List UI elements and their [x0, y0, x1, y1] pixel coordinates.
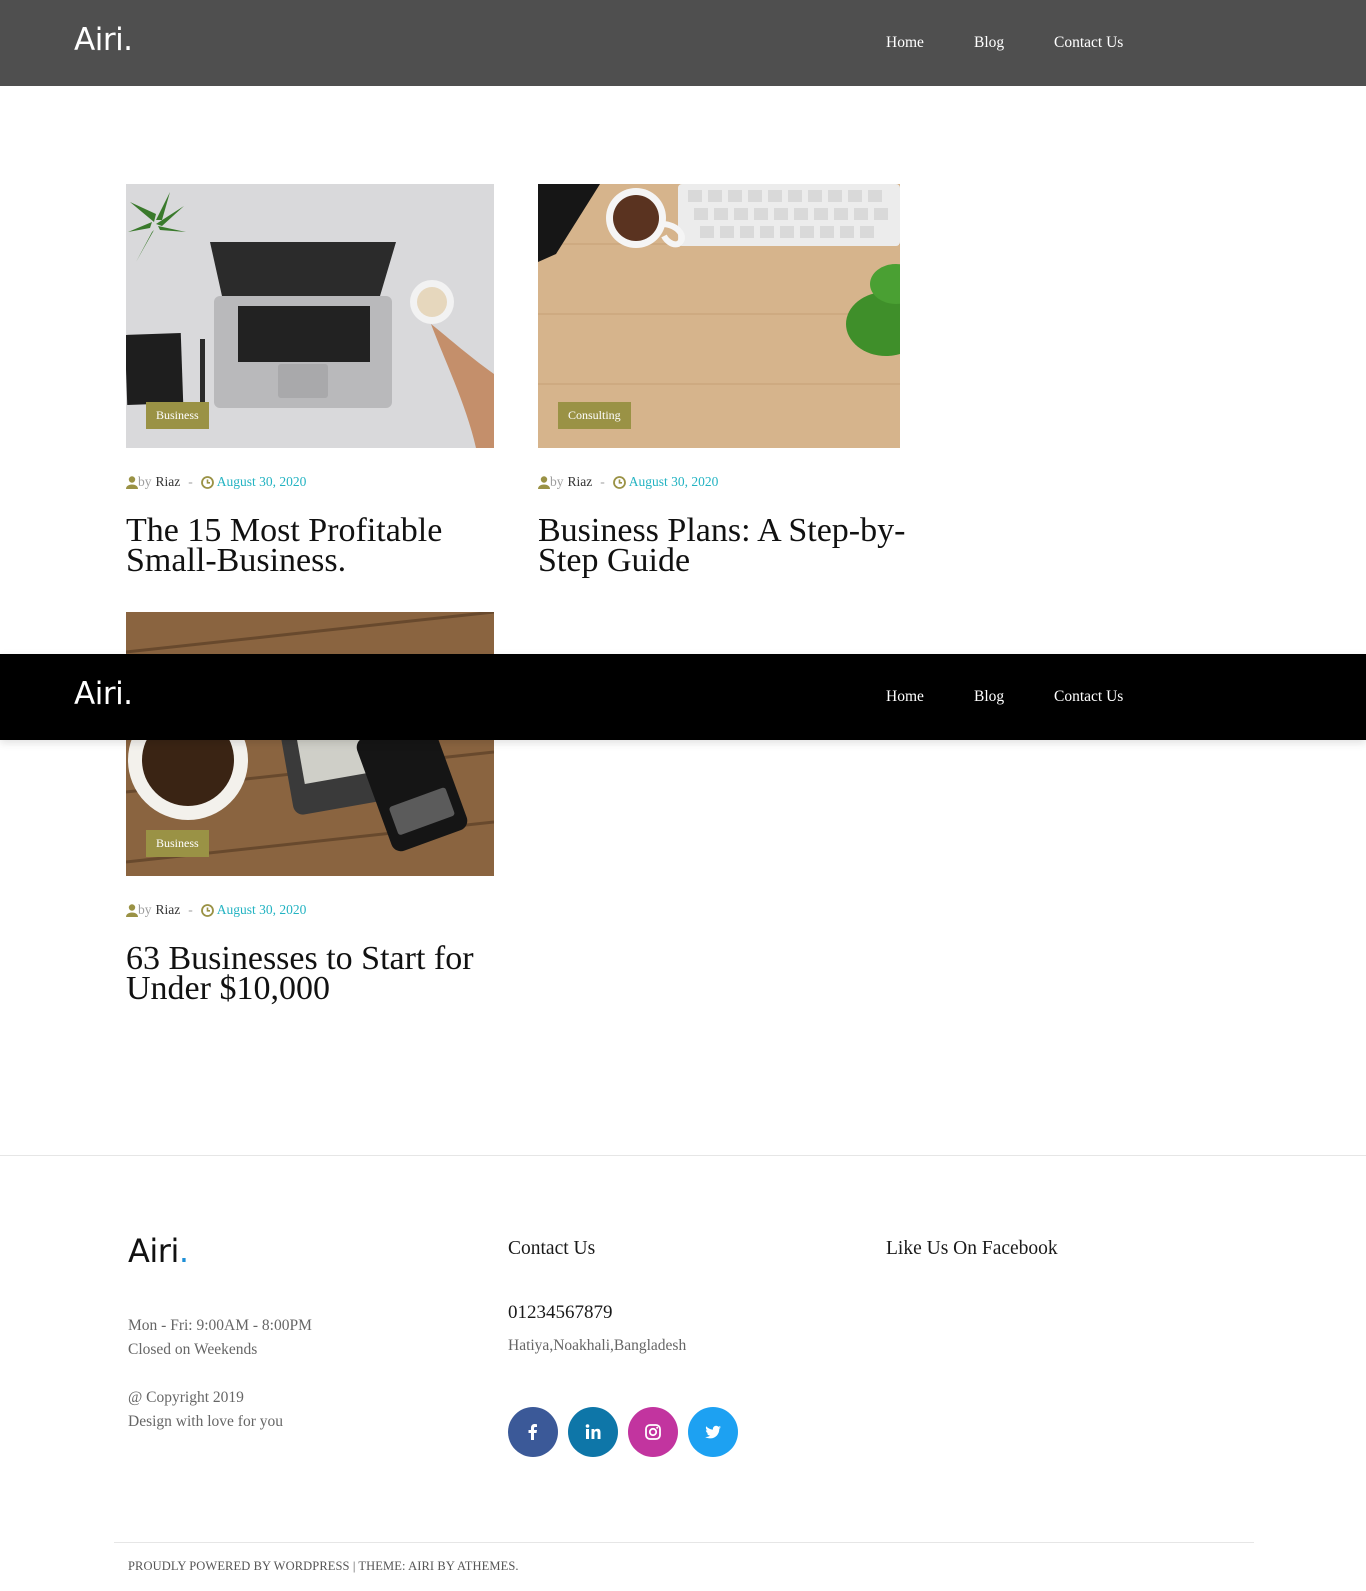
contact-heading: Contact Us: [508, 1238, 596, 1259]
footer-logo-text: Airi: [128, 1232, 179, 1270]
hours-line: Closed on Weekends: [128, 1341, 258, 1358]
phone-number: 01234567879: [508, 1302, 613, 1323]
instagram-link[interactable]: [628, 1407, 678, 1457]
author-link[interactable]: Riaz: [156, 474, 181, 490]
instagram-icon: [645, 1424, 661, 1440]
clock-icon: [612, 475, 626, 489]
copyright: @ Copyright 2019 Design with love for yo…: [128, 1386, 283, 1434]
nav-home[interactable]: Home: [886, 688, 924, 706]
copyright-line: Design with love for you: [128, 1413, 283, 1430]
category-badge[interactable]: Business: [146, 830, 209, 857]
category-badge[interactable]: Business: [146, 402, 209, 429]
post-title[interactable]: Business Plans: A Step-by-Step Guide: [538, 514, 908, 578]
site-credits[interactable]: Proudly powered by WordPress | Theme: Ai…: [128, 1559, 519, 1574]
post-meta: by Riaz - August 30, 2020: [126, 474, 306, 490]
nav-contact-us[interactable]: Contact Us: [1054, 688, 1123, 706]
hours-line: Mon - Fri: 9:00AM - 8:00PM: [128, 1317, 312, 1334]
post-date-link[interactable]: August 30, 2020: [629, 474, 719, 490]
opening-hours: Mon - Fri: 9:00AM - 8:00PM Closed on Wee…: [128, 1314, 312, 1362]
nav-contact-us[interactable]: Contact Us: [1054, 34, 1123, 52]
category-badge[interactable]: Consulting: [558, 402, 631, 429]
sticky-header: Airi. Home Blog Contact Us: [0, 654, 1366, 740]
post-thumbnail[interactable]: Business: [126, 184, 494, 448]
nav-home[interactable]: Home: [886, 34, 924, 52]
footer-logo-dot: .: [178, 1232, 189, 1270]
clock-icon: [200, 475, 214, 489]
author-link[interactable]: Riaz: [156, 902, 181, 918]
facebook-heading: Like Us On Facebook: [886, 1238, 1058, 1259]
post-date-link[interactable]: August 30, 2020: [217, 902, 307, 918]
user-icon: [538, 475, 550, 489]
user-icon: [126, 903, 138, 917]
meta-separator: -: [600, 474, 605, 489]
footer-divider: [0, 1155, 1366, 1156]
post-card: Business by Riaz - August 30, 2020 63 Bu…: [126, 612, 494, 1006]
meta-by: by: [138, 902, 152, 917]
facebook-icon: [528, 1424, 537, 1440]
meta-separator: -: [188, 474, 193, 489]
post-date-link[interactable]: August 30, 2020: [217, 474, 307, 490]
clock-icon: [200, 903, 214, 917]
post-meta: by Riaz - August 30, 2020: [538, 474, 718, 490]
copyright-line: @ Copyright 2019: [128, 1389, 244, 1406]
post-card: Consulting by Riaz - August 30, 2020 Bus…: [538, 184, 906, 578]
post-title[interactable]: The 15 Most Profitable Small-Business.: [126, 514, 496, 578]
nav-blog[interactable]: Blog: [974, 688, 1004, 706]
post-thumbnail[interactable]: Consulting: [538, 184, 906, 448]
site-logo[interactable]: Airi.: [74, 676, 133, 712]
credits-divider: [114, 1542, 1254, 1543]
meta-by: by: [550, 474, 564, 489]
meta-by: by: [138, 474, 152, 489]
site-logo[interactable]: Airi.: [74, 22, 133, 58]
user-icon: [126, 475, 138, 489]
linkedin-icon: [585, 1424, 601, 1439]
address: Hatiya,Noakhali,Bangladesh: [508, 1337, 687, 1354]
post-meta: by Riaz - August 30, 2020: [126, 902, 306, 918]
footer-logo[interactable]: Airi.: [128, 1232, 189, 1270]
post-title[interactable]: 63 Businesses to Start for Under $10,000: [126, 942, 496, 1006]
linkedin-link[interactable]: [568, 1407, 618, 1457]
post-thumbnail[interactable]: Business: [126, 612, 494, 876]
twitter-link[interactable]: [688, 1407, 738, 1457]
site-header: Airi. Home Blog Contact Us: [0, 0, 1366, 86]
nav-blog[interactable]: Blog: [974, 34, 1004, 52]
meta-separator: -: [188, 902, 193, 917]
twitter-icon: [705, 1425, 721, 1439]
post-card: Business by Riaz - August 30, 2020 The 1…: [126, 184, 494, 578]
author-link[interactable]: Riaz: [568, 474, 593, 490]
facebook-link[interactable]: [508, 1407, 558, 1457]
